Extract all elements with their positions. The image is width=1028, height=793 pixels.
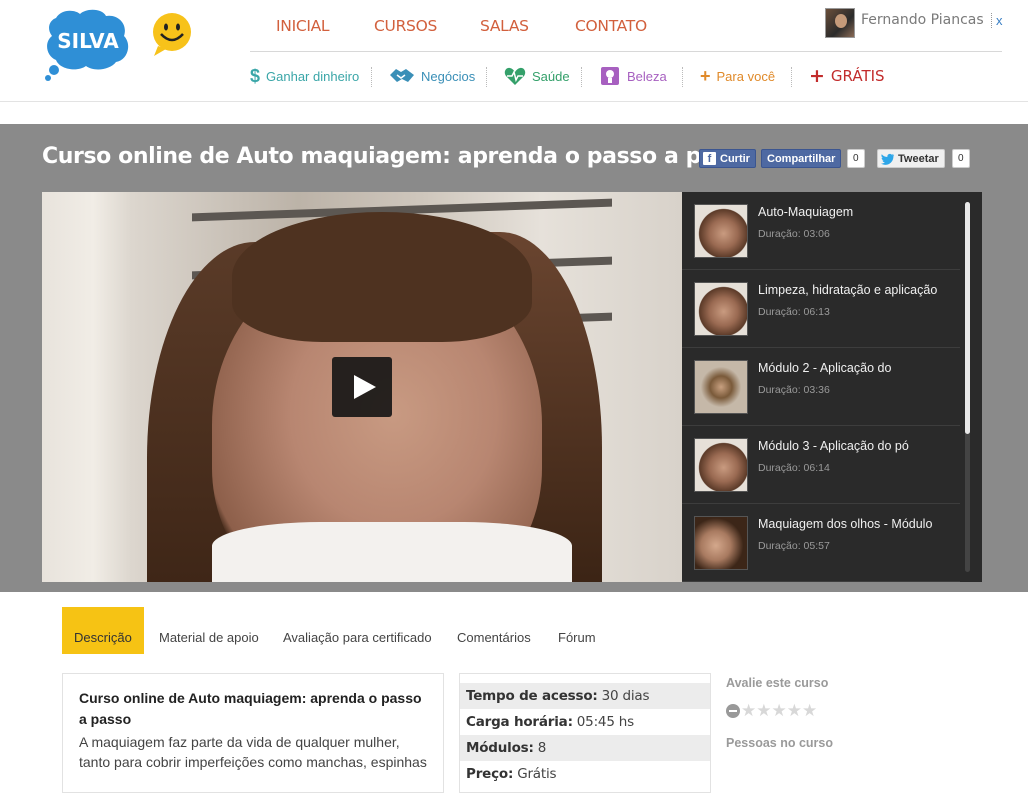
page-title: Curso online de Auto maquiagem: aprenda … [42, 144, 756, 169]
nav-separator [486, 67, 487, 87]
smiley-icon [153, 13, 191, 56]
playlist-item-duration: Duração: 03:36 [758, 384, 830, 396]
tab-avaliacao[interactable]: Avaliação para certificado [283, 607, 432, 654]
category-saude[interactable]: Saúde [504, 63, 570, 89]
playlist-scrollbar[interactable] [965, 202, 970, 434]
nav-salas[interactable]: SALAS [480, 17, 529, 35]
video-frame-detail [232, 212, 532, 342]
star-icon[interactable]: ★ [787, 702, 802, 719]
playlist-item-duration: Duração: 05:57 [758, 540, 830, 552]
tweet-count: 0 [952, 149, 970, 168]
video-thumbnail [694, 204, 748, 258]
playlist-item-duration: Duração: 06:13 [758, 306, 830, 318]
mirror-icon [601, 67, 619, 85]
category-para-voce[interactable]: + Para você [700, 63, 775, 89]
logout-close-button[interactable]: x [991, 13, 1003, 28]
twitter-bird-icon [881, 153, 895, 165]
playlist-item-duration: Duração: 06:14 [758, 462, 830, 474]
category-ganhar-dinheiro[interactable]: $ Ganhar dinheiro [250, 63, 359, 89]
tweet-button[interactable]: Tweetar [877, 149, 945, 168]
course-info-panel: Tempo de acesso: 30 dias Carga horária: 05… [459, 673, 711, 793]
nav-separator [371, 67, 372, 87]
video-thumbnail [694, 360, 748, 414]
rate-label: Avalie este curso [726, 676, 829, 690]
info-row-carga: Carga horária: 05:45 hs [466, 714, 634, 730]
facebook-like-button[interactable]: f Curtir [699, 149, 756, 168]
playlist-item-title: Limpeza, hidratação e aplicação [758, 283, 938, 297]
description-title: Curso online de Auto maquiagem: aprenda … [79, 690, 422, 727]
star-icon[interactable]: ★ [756, 702, 771, 719]
playlist-item[interactable]: Módulo 2 - Aplicação do Duração: 03:36 [682, 348, 960, 426]
category-gratis[interactable]: + GRÁTIS [809, 63, 885, 89]
user-name[interactable]: Fernando Piancas [861, 12, 984, 28]
video-playlist: Auto-Maquiagem Duração: 03:06 Limpeza, h… [682, 192, 982, 582]
rating-panel: Avalie este curso ★ ★ ★ ★ ★ Pessoas no c… [726, 676, 833, 750]
playlist-item[interactable]: Limpeza, hidratação e aplicação Duração:… [682, 270, 960, 348]
video-thumbnail [694, 282, 748, 336]
tab-material-de-apoio[interactable]: Material de apoio [159, 607, 259, 654]
site-header: SILVA INICIAL CURSOS SALAS CONTATO Ferna… [0, 0, 1028, 102]
plus-icon: + [700, 65, 711, 86]
nav-inicial[interactable]: INICIAL [276, 17, 330, 35]
plus-icon: + [809, 65, 825, 87]
star-icon[interactable]: ★ [802, 702, 817, 719]
tab-descricao[interactable]: Descrição [62, 607, 144, 654]
video-frame-detail [212, 522, 572, 582]
nav-separator [791, 67, 792, 87]
playlist-item[interactable]: Maquiagem dos olhos - Módulo Duração: 05… [682, 504, 960, 582]
info-row-preco: Preço: Grátis [466, 766, 557, 782]
dollar-icon: $ [250, 65, 261, 86]
nav-contato[interactable]: CONTATO [575, 17, 647, 35]
info-row-tempo: Tempo de acesso: 30 dias [460, 683, 710, 709]
people-label: Pessoas no curso [726, 736, 833, 750]
playlist-item-title: Módulo 2 - Aplicação do [758, 361, 892, 375]
description-panel: Curso online de Auto maquiagem: aprenda … [62, 673, 444, 793]
cancel-rating-icon[interactable] [726, 703, 740, 718]
info-row-modulos: Módulos: 8 [460, 735, 710, 761]
category-beleza[interactable]: Beleza [599, 63, 667, 89]
video-player[interactable] [42, 192, 682, 582]
playlist-item[interactable]: Módulo 3 - Aplicação do pó Duração: 06:1… [682, 426, 960, 504]
avatar[interactable] [825, 8, 855, 38]
nav-divider [250, 51, 1002, 52]
playlist-item-duration: Duração: 03:06 [758, 228, 830, 240]
star-icon[interactable]: ★ [741, 702, 756, 719]
star-icon[interactable]: ★ [772, 702, 787, 719]
facebook-icon: f [703, 152, 716, 165]
video-thumbnail [694, 438, 748, 492]
tab-comentarios[interactable]: Comentários [457, 607, 531, 654]
tab-forum[interactable]: Fórum [558, 607, 596, 654]
play-button[interactable] [332, 357, 392, 417]
nav-cursos[interactable]: CURSOS [374, 17, 437, 35]
svg-text:SILVA: SILVA [57, 29, 119, 53]
share-count: 0 [847, 149, 865, 168]
nav-separator [581, 67, 582, 87]
handshake-icon [390, 69, 414, 82]
category-negocios[interactable]: Negócios [389, 63, 475, 89]
playlist-item-title: Maquiagem dos olhos - Módulo [758, 517, 933, 531]
video-thumbnail [694, 516, 748, 570]
nav-separator [682, 67, 683, 87]
star-rating[interactable]: ★ ★ ★ ★ ★ [726, 702, 817, 719]
playlist-item-title: Auto-Maquiagem [758, 205, 854, 219]
playlist-item-title: Módulo 3 - Aplicação do pó [758, 439, 909, 453]
silva-logo[interactable]: SILVA [44, 8, 130, 82]
heart-pulse-icon [504, 67, 526, 85]
description-text: A maquiagem faz parte da vida de qualque… [79, 734, 427, 770]
playlist-item[interactable]: Auto-Maquiagem Duração: 03:06 [682, 192, 960, 270]
facebook-share-button[interactable]: Compartilhar [761, 149, 842, 168]
